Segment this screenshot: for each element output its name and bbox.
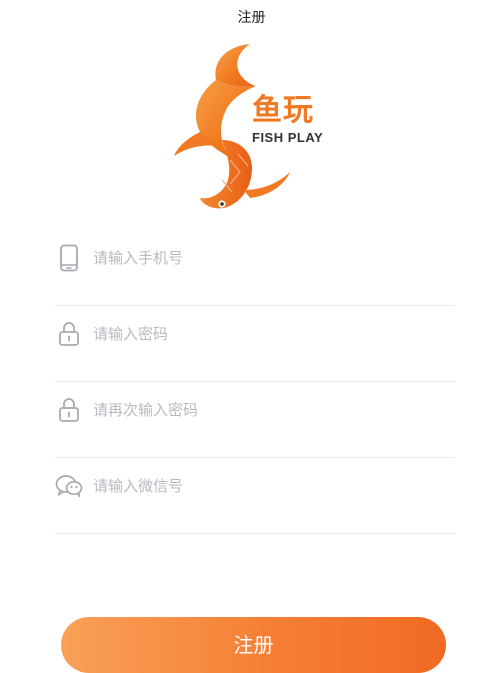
phone-field: [55, 230, 455, 306]
confirm-password-input[interactable]: [93, 396, 433, 424]
lock-icon: [55, 396, 83, 424]
register-button[interactable]: 注册: [61, 617, 446, 673]
password-field: [55, 306, 455, 382]
page-title: 注册: [237, 10, 266, 26]
app-logo: 鱼玩 FISH PLAY: [160, 40, 350, 216]
register-form: [55, 230, 455, 534]
phone-icon: [55, 244, 83, 272]
confirm-password-field: [55, 382, 455, 458]
lock-icon: [55, 320, 83, 348]
logo-text-en: FISH PLAY: [252, 130, 324, 145]
wechat-input[interactable]: [93, 472, 433, 500]
wechat-field: [55, 458, 455, 534]
phone-input[interactable]: [93, 244, 433, 272]
logo-text-cn: 鱼玩: [252, 93, 314, 128]
password-input[interactable]: [93, 320, 433, 348]
wechat-icon: [55, 472, 83, 500]
